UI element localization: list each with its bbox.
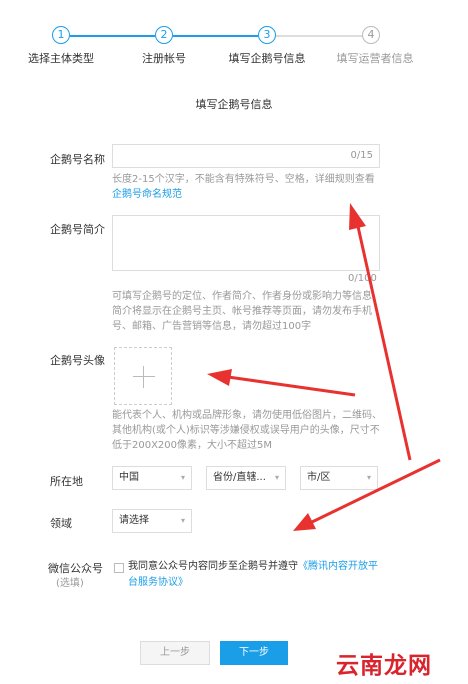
- province-select[interactable]: 省份/直辖... ▾: [206, 466, 286, 490]
- chevron-down-icon: ▾: [274, 473, 279, 482]
- domain-select[interactable]: 请选择 ▾: [112, 509, 192, 533]
- step-4-label: 填写运营者信息: [336, 52, 414, 65]
- name-label: 企鹅号名称: [50, 153, 105, 166]
- name-input[interactable]: 0/15: [112, 144, 380, 168]
- avatar-hint: 能代表个人、机构或品牌形象，请勿使用低俗图片，二维码、其他机构(或个人)标识等涉…: [112, 410, 382, 451]
- intro-counter: 0/100: [348, 273, 377, 284]
- avatar-upload[interactable]: [114, 347, 172, 405]
- arrow-to-domain-head: [293, 513, 316, 531]
- prev-button[interactable]: 上一步: [140, 641, 210, 665]
- city-value: 市/区: [307, 472, 331, 483]
- step-4-circle: 4: [362, 26, 380, 44]
- watermark-logo: 云南龙网: [336, 653, 432, 679]
- avatar-label: 企鹅号头像: [50, 354, 105, 367]
- wechat-optional-label: (选填): [56, 578, 84, 589]
- step-3-circle: 3: [258, 26, 276, 44]
- naming-rules-link[interactable]: 企鹅号命名规范: [112, 189, 182, 200]
- chevron-down-icon: ▾: [366, 473, 371, 482]
- step-2-label: 注册帐号: [142, 52, 186, 65]
- intro-hint: 可填写企鹅号的定位、作者简介、作者身份或影响力等信息，简介将显示在企鹅号主页、帐…: [112, 291, 382, 332]
- country-select[interactable]: 中国 ▾: [112, 466, 192, 490]
- agree-checkbox[interactable]: [114, 563, 124, 573]
- arrow-to-avatar: [227, 375, 356, 397]
- step-1-circle: 1: [52, 26, 70, 44]
- name-counter: 0/15: [350, 150, 373, 161]
- agree-text: 我同意公众号内容同步至企鹅号并遵守《腾讯内容开放平台服务协议》: [128, 559, 383, 591]
- section-title: 填写企鹅号信息: [195, 98, 273, 111]
- name-hint-text: 长度2-15个汉字，不能含有特殊符号、空格，详细规则查看: [112, 174, 375, 185]
- step-line-3: [276, 35, 362, 37]
- city-select[interactable]: 市/区 ▾: [300, 466, 378, 490]
- stepper: 1 2 3 4 选择主体类型 注册帐号 填写企鹅号信息 填写运营者信息: [0, 26, 468, 66]
- domain-value: 请选择: [119, 515, 149, 526]
- intro-label: 企鹅号简介: [50, 223, 105, 236]
- step-2-circle: 2: [155, 26, 173, 44]
- step-line-2: [173, 35, 258, 37]
- country-value: 中国: [119, 472, 139, 483]
- name-hint: 长度2-15个汉字，不能含有特殊符号、空格，详细规则查看企鹅号命名规范: [112, 172, 382, 202]
- chevron-down-icon: ▾: [180, 516, 185, 525]
- step-line-1: [70, 35, 155, 37]
- chevron-down-icon: ▾: [180, 473, 185, 482]
- location-label: 所在地: [50, 475, 83, 488]
- intro-textarea[interactable]: [112, 215, 380, 271]
- step-1-label: 选择主体类型: [28, 52, 94, 65]
- domain-label: 领域: [50, 517, 72, 530]
- arrow-to-avatar-head: [207, 369, 232, 386]
- province-value: 省份/直辖...: [213, 472, 266, 483]
- agree-statement: 我同意公众号内容同步至企鹅号并遵守: [128, 561, 298, 572]
- step-3-label: 填写企鹅号信息: [228, 52, 306, 65]
- next-button[interactable]: 下一步: [220, 641, 288, 665]
